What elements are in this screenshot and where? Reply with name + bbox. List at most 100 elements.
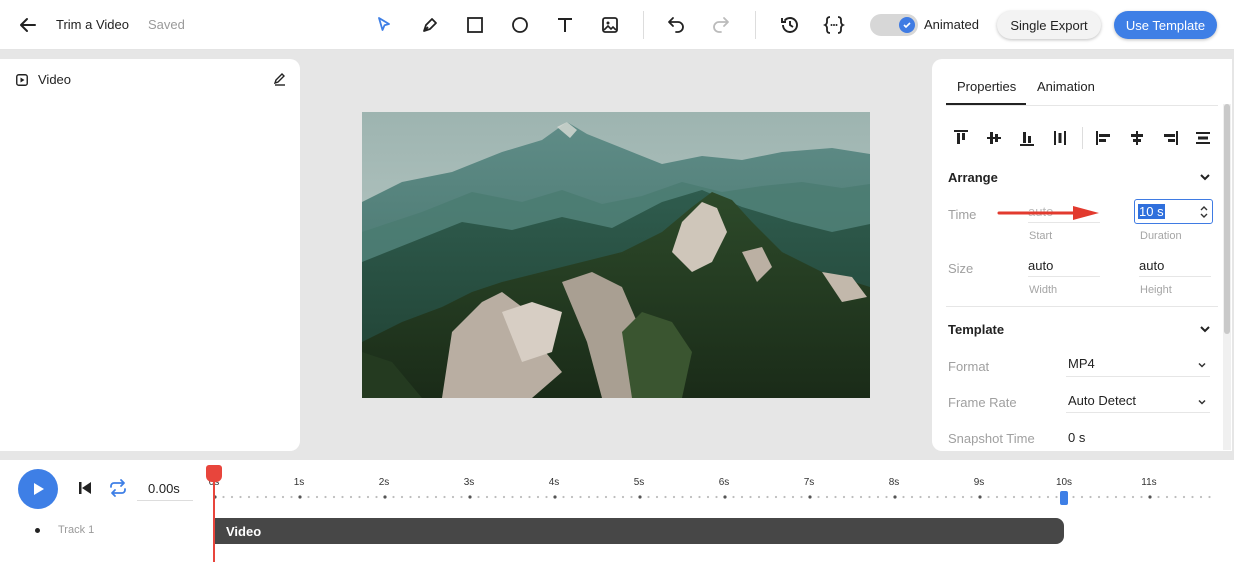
ruler-tick	[596, 495, 599, 499]
chevron-down-icon[interactable]	[1196, 395, 1208, 407]
document-title[interactable]: Trim a Video	[56, 17, 129, 32]
animated-toggle[interactable]	[870, 14, 918, 36]
ruler-tick	[783, 495, 786, 499]
ruler-tick	[978, 495, 982, 499]
start-label: Start	[1029, 230, 1053, 242]
ruler-tick	[808, 495, 812, 499]
ruler-tick	[366, 495, 370, 499]
ruler-tick	[519, 495, 523, 499]
frame-rate-select[interactable]: Auto Detect	[1068, 393, 1136, 408]
check-icon	[899, 17, 915, 33]
select-cursor-icon[interactable]	[372, 13, 396, 37]
ruler-tick	[655, 495, 659, 499]
ruler-tick	[434, 495, 438, 499]
ruler-tick	[800, 495, 803, 499]
toolbar-divider	[755, 11, 756, 39]
ruler-tick	[511, 495, 514, 499]
ruler-tick	[740, 495, 744, 499]
ruler-tick	[460, 495, 463, 499]
ruler-tick	[842, 495, 846, 499]
tab-animation[interactable]: Animation	[1037, 79, 1095, 94]
history-icon[interactable]	[778, 13, 802, 37]
height-input[interactable]	[1139, 255, 1211, 277]
ruler-tick	[1131, 495, 1135, 499]
align-left-icon[interactable]	[1095, 129, 1113, 147]
format-select[interactable]: MP4	[1068, 356, 1095, 371]
stepper-arrows-icon[interactable]	[1199, 203, 1209, 221]
video-layer-icon	[16, 73, 28, 86]
undo-icon[interactable]	[664, 13, 688, 37]
distribute-horizontal-icon[interactable]	[1194, 129, 1212, 147]
duration-label: Duration	[1140, 230, 1182, 242]
tick-label: 4s	[548, 477, 560, 488]
skip-to-start-icon[interactable]	[76, 479, 94, 497]
ruler-tick	[1157, 495, 1160, 499]
playhead-handle[interactable]	[206, 465, 222, 482]
use-template-button[interactable]: Use Template	[1114, 11, 1217, 39]
ruler-tick	[400, 495, 404, 499]
ruler-tick	[230, 495, 234, 499]
ruler-tick	[417, 495, 421, 499]
ruler-tick	[749, 495, 752, 499]
ruler-tick	[332, 495, 336, 499]
ruler-tick	[1038, 495, 1041, 499]
toolbar-divider	[643, 11, 644, 39]
ruler-tick	[383, 495, 387, 499]
ruler-tick	[970, 495, 973, 499]
single-export-button[interactable]: Single Export	[997, 11, 1101, 39]
ruler-tick	[1165, 495, 1169, 499]
align-bottom-icon[interactable]	[1018, 129, 1036, 147]
image-tool-icon[interactable]	[598, 13, 622, 37]
ruler-tick	[553, 495, 557, 499]
template-section-title: Template	[948, 322, 1005, 337]
playhead-line	[213, 470, 215, 562]
ruler-tick	[1114, 495, 1118, 499]
ruler-tick	[638, 495, 642, 499]
chevron-down-icon[interactable]	[1198, 322, 1212, 336]
distribute-vertical-icon[interactable]	[1051, 129, 1069, 147]
pen-tool-icon[interactable]	[418, 13, 442, 37]
ruler-tick	[247, 495, 251, 499]
layer-item-video[interactable]: Video	[38, 72, 71, 87]
align-center-icon[interactable]	[1128, 129, 1146, 147]
redo-icon[interactable]	[709, 13, 733, 37]
chevron-down-icon[interactable]	[1198, 170, 1212, 184]
width-input[interactable]	[1028, 255, 1100, 277]
snapshot-time-input[interactable]: 0 s	[1068, 430, 1085, 445]
chevron-down-icon[interactable]	[1196, 358, 1208, 370]
current-time-display[interactable]: 0.00s	[137, 477, 193, 501]
back-arrow-icon[interactable]	[16, 13, 40, 37]
ruler-tick	[579, 495, 582, 499]
tick-label: 8s	[888, 477, 900, 488]
video-clip[interactable]: Video	[214, 518, 1064, 544]
text-tool-icon[interactable]	[553, 13, 577, 37]
edit-pencil-icon[interactable]	[273, 72, 287, 86]
properties-scrollbar[interactable]	[1224, 104, 1230, 334]
ruler-tick	[1097, 495, 1101, 499]
ruler-tick	[485, 495, 489, 499]
ruler-tick	[341, 495, 344, 499]
play-button[interactable]	[18, 469, 58, 509]
ellipse-tool-icon[interactable]	[508, 13, 532, 37]
ruler-tick	[902, 495, 905, 499]
ruler-tick	[536, 495, 540, 499]
tick-label: 3s	[463, 477, 475, 488]
code-braces-icon[interactable]	[822, 13, 846, 37]
frame-rate-label: Frame Rate	[948, 395, 1017, 410]
tick-label: 5s	[633, 477, 645, 488]
ruler-tick	[919, 495, 922, 499]
tabs-divider	[946, 105, 1218, 106]
rectangle-tool-icon[interactable]	[463, 13, 487, 37]
ruler-tick	[987, 495, 990, 499]
loop-icon[interactable]	[108, 478, 128, 498]
duration-input[interactable]: 10 s	[1134, 199, 1213, 224]
ruler-tick	[1012, 495, 1016, 499]
tab-properties[interactable]: Properties	[957, 79, 1016, 94]
tick-label: 1s	[293, 477, 305, 488]
ruler-tick	[1123, 495, 1126, 499]
clip-end-handle[interactable]	[1060, 491, 1068, 505]
align-top-icon[interactable]	[952, 129, 970, 147]
align-right-icon[interactable]	[1161, 129, 1179, 147]
video-preview[interactable]	[362, 112, 870, 398]
align-middle-icon[interactable]	[985, 129, 1003, 147]
